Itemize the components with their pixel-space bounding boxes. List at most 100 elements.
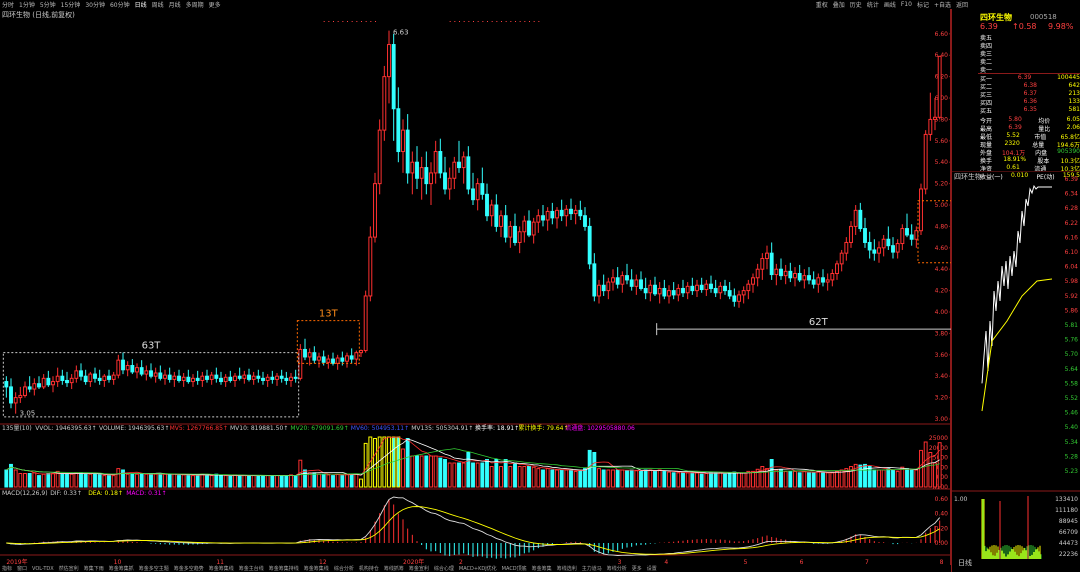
- volume-bar: [914, 469, 919, 488]
- main-chart[interactable]: 6.606.406.206.005.805.605.405.205.004.80…: [0, 9, 951, 565]
- indicator-tab[interactable]: 机构持仓: [359, 565, 379, 572]
- candle: [522, 215, 527, 243]
- candle-body: [107, 375, 111, 380]
- candle: [592, 253, 597, 302]
- toolbar-button[interactable]: 重权: [816, 0, 828, 9]
- candle-body: [116, 359, 121, 376]
- toolbar-button[interactable]: 历史: [850, 0, 862, 9]
- volume-bar: [410, 455, 415, 488]
- toolbar-button[interactable]: 统计: [867, 0, 879, 9]
- indicator-tab[interactable]: 综合心理: [434, 565, 454, 572]
- volume-bar: [718, 472, 723, 488]
- indicator-tab[interactable]: 筹金多空主题: [139, 565, 169, 572]
- mini-price-tick: 6.16: [1065, 234, 1079, 241]
- mini-volume-tick: 133410: [1055, 496, 1078, 503]
- candle: [349, 348, 354, 364]
- indicator-tab[interactable]: 筹线选利: [557, 565, 577, 572]
- indicator-tab[interactable]: 筹金筹集: [532, 565, 552, 572]
- candle-body: [695, 284, 699, 292]
- candle-body: [153, 372, 158, 377]
- marker-dot: [533, 21, 535, 22]
- indicator-tab[interactable]: 然估宣利: [59, 565, 79, 572]
- candle-body: [55, 375, 60, 383]
- indicator-tab[interactable]: 设置: [647, 565, 657, 572]
- indicator-tab[interactable]: 筹集下雨: [84, 565, 104, 572]
- intraday-price-line: [981, 184, 1052, 384]
- volume-bar: [503, 459, 508, 488]
- candle-body: [723, 285, 727, 292]
- stat-row: 换手 18.91% 股本 10.3亿: [980, 156, 1080, 165]
- candle-body: [564, 208, 569, 217]
- volume-bar: [79, 472, 83, 488]
- candle-body: [65, 379, 69, 384]
- toolbar-button[interactable]: 画线: [884, 0, 896, 9]
- candle: [107, 369, 111, 383]
- indicator-tab[interactable]: 筹金筹集线: [304, 565, 329, 572]
- toolbar-button[interactable]: 返回: [956, 0, 968, 9]
- candle: [690, 277, 695, 295]
- volume-bar: [107, 475, 111, 488]
- volume-bar: [153, 473, 158, 488]
- period-tab[interactable]: 15分钟: [61, 0, 81, 9]
- indicator-tab[interactable]: MACD+KDJ优化: [459, 565, 497, 572]
- period-tab[interactable]: 1分钟: [19, 0, 35, 9]
- indicator-tab[interactable]: 指标: [2, 565, 12, 572]
- period-tab[interactable]: 30分钟: [85, 0, 105, 9]
- candle-body: [452, 161, 457, 179]
- macd-legend: DIF: 0.33↑: [50, 490, 82, 497]
- cell: 最高: [980, 126, 993, 133]
- indicator-tab[interactable]: 更多: [632, 565, 642, 572]
- indicator-tab[interactable]: 筹金宣利: [409, 565, 429, 572]
- indicator-tab[interactable]: 筹线抓筹: [384, 565, 404, 572]
- indicator-tab[interactable]: 综合分析: [334, 565, 354, 572]
- volume-bar: [111, 475, 116, 488]
- indicator-tab[interactable]: 筹金筹集抓: [109, 565, 134, 572]
- mini-price-tick: 5.86: [1065, 307, 1079, 314]
- candle: [443, 156, 447, 195]
- candle-body: [368, 236, 373, 297]
- candle: [779, 258, 783, 280]
- indicator-tab[interactable]: 筹金筹集线: [209, 565, 234, 572]
- candle: [503, 205, 508, 243]
- indicator-tab[interactable]: VOL-TDX: [32, 566, 54, 572]
- period-tab[interactable]: 日线: [135, 0, 147, 9]
- candle: [415, 146, 419, 189]
- volume-bar: [909, 469, 914, 488]
- candle-body: [214, 374, 219, 379]
- candle: [219, 371, 223, 385]
- volume-legend: 流通盘: 1029505880.06: [565, 424, 635, 432]
- indicator-tab[interactable]: 主力道马: [582, 565, 602, 572]
- period-tab[interactable]: 5分钟: [40, 0, 56, 9]
- indicator-tab[interactable]: MACD顶底: [502, 565, 527, 572]
- toolbar-button[interactable]: 标记: [917, 0, 929, 9]
- indicator-tab[interactable]: 筹金多空趋势: [174, 565, 204, 572]
- volume-bar: [32, 472, 37, 488]
- marker-dot: [468, 21, 470, 22]
- candle: [648, 279, 653, 302]
- candle: [289, 372, 293, 387]
- candle: [363, 290, 368, 353]
- period-tab[interactable]: 更多: [209, 0, 221, 9]
- volume-bar: [303, 469, 307, 488]
- indicator-tab[interactable]: 筹金主台线: [239, 565, 264, 572]
- indicator-tab[interactable]: 筹金筹集持线: [269, 565, 299, 572]
- toolbar-button[interactable]: +自选: [934, 0, 951, 9]
- period-tab[interactable]: 多周期: [186, 0, 204, 9]
- candle-body: [713, 287, 718, 294]
- toolbar-button[interactable]: F10: [901, 1, 912, 8]
- indicator-tab[interactable]: 筹线分析: [607, 565, 627, 572]
- candle-body: [419, 167, 424, 179]
- candle-body: [923, 133, 928, 190]
- indicator-tab[interactable]: 窗口: [17, 565, 27, 572]
- candle: [167, 367, 172, 383]
- period-tab[interactable]: 周线: [152, 0, 164, 9]
- annotation-box-13T-right: [917, 200, 951, 264]
- period-tab[interactable]: 60分钟: [110, 0, 130, 9]
- candle-body: [83, 375, 88, 383]
- period-tab[interactable]: 分时: [2, 0, 14, 9]
- volume-bar: [830, 472, 835, 488]
- period-tab[interactable]: 月线: [169, 0, 181, 9]
- toolbar-button[interactable]: 叠加: [833, 0, 845, 9]
- candle-body: [471, 188, 475, 201]
- candle: [760, 253, 765, 280]
